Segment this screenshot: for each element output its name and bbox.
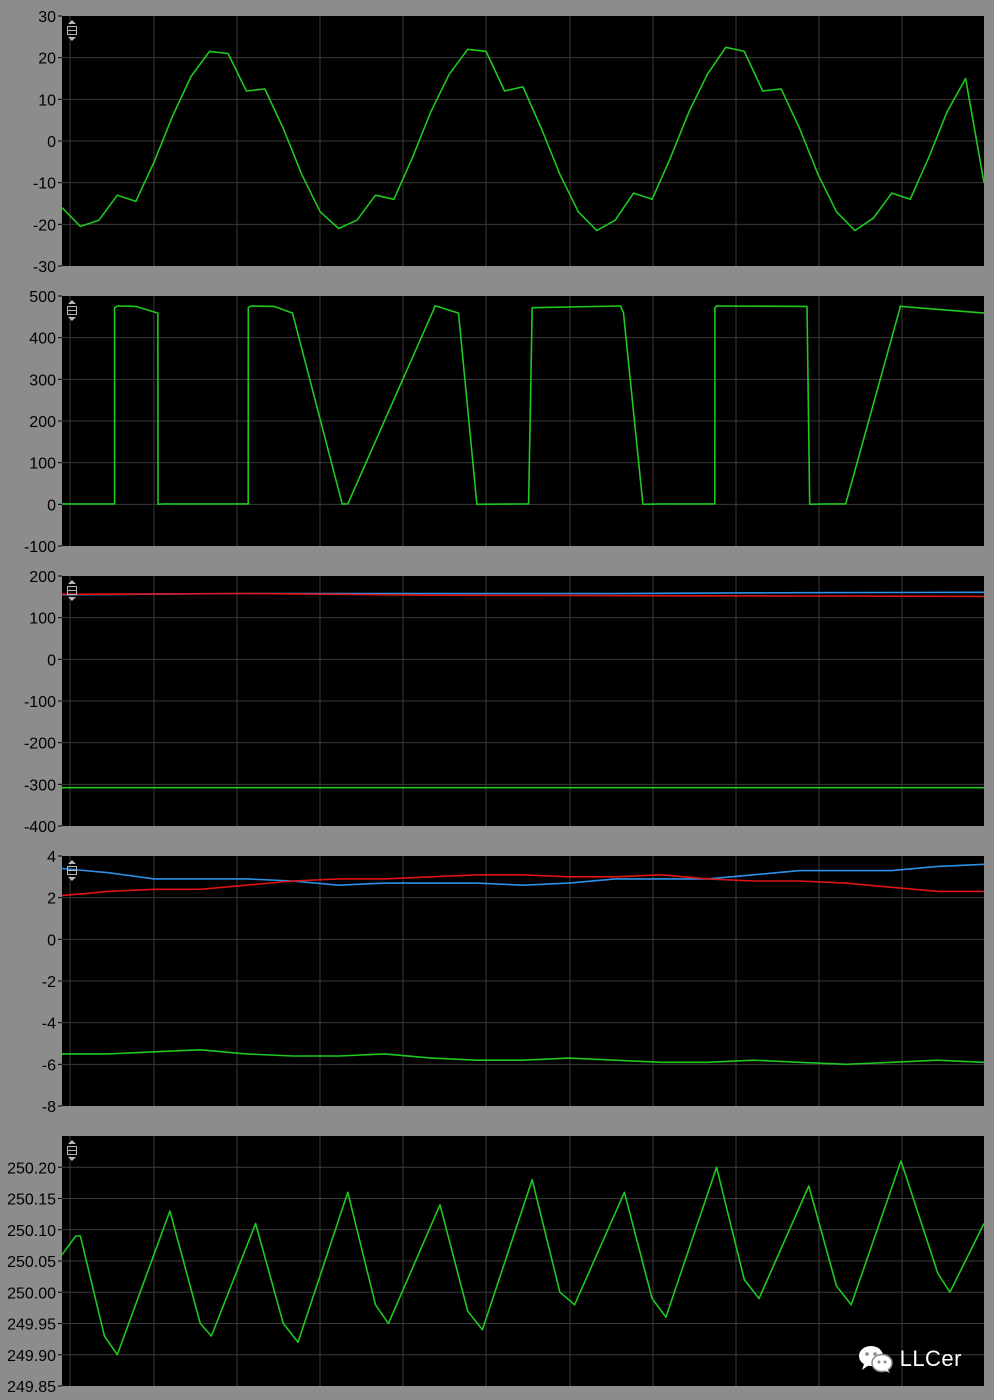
y-tick-label: -400: [24, 819, 56, 836]
y-tick-label: 100: [29, 456, 56, 473]
y-tick-label: 500: [29, 289, 56, 306]
y-tick-label: 10: [38, 92, 56, 109]
y-tick-label: 250.10: [7, 1223, 56, 1240]
y-tick-label: 0: [47, 497, 56, 514]
y-tick-label: -6: [42, 1057, 56, 1074]
y-tick-label: 100: [29, 611, 56, 628]
oscilloscope-panels: 3020100-10-20-305004003002001000-1002001…: [7, 9, 985, 1396]
y-tick-label: 249.85: [7, 1379, 56, 1396]
y-tick-label: -2: [42, 974, 56, 991]
y-tick-label: -4: [42, 1016, 56, 1033]
scope-panel-2: 500 400 300 200 100 0 -100: [24, 289, 985, 556]
panel-scale-icon[interactable]: [67, 860, 77, 881]
y-tick-label: -30: [33, 259, 56, 276]
y-tick-label: 250.20: [7, 1160, 56, 1177]
panel-scale-icon[interactable]: [67, 580, 77, 601]
watermark-text: LLCer: [899, 1346, 962, 1371]
y-tick-label: 20: [38, 51, 56, 68]
watermark: LLCer: [858, 1344, 962, 1374]
panel-scale-icon[interactable]: [67, 1140, 77, 1161]
scope-panel-1: 30 20 10 0 -10 -20 -30: [33, 9, 985, 276]
y-tick-label: -8: [42, 1099, 56, 1116]
y-tick-label: -100: [24, 694, 56, 711]
y-tick-label: 30: [38, 9, 56, 26]
scope-panel-3: 200 100 0 -100 -200 -300 -400: [24, 569, 985, 836]
wechat-icon: [858, 1346, 893, 1373]
y-tick-label: 2: [47, 891, 56, 908]
y-tick-label: -10: [33, 176, 56, 193]
y-tick-label: 0: [47, 134, 56, 151]
y-tick-label: 200: [29, 414, 56, 431]
y-tick-label: -200: [24, 736, 56, 753]
y-tick-label: 249.90: [7, 1348, 56, 1365]
y-tick-label: 250.05: [7, 1254, 56, 1271]
y-tick-label: 4: [47, 849, 56, 866]
y-tick-label: 250.00: [7, 1285, 56, 1302]
y-tick-label: -20: [33, 217, 56, 234]
y-tick-label: 249.95: [7, 1317, 56, 1334]
scope-panel-4: 4 2 0 -2 -4 -6 -8: [42, 849, 985, 1116]
y-tick-label: 200: [29, 569, 56, 586]
y-tick-label: -300: [24, 777, 56, 794]
y-tick-label: -100: [24, 539, 56, 556]
y-tick-label: 400: [29, 331, 56, 348]
scope-panel-5: 250.20 250.15 250.10 250.05 250.00 249.95 249.…: [7, 1136, 985, 1396]
y-tick-label: 300: [29, 372, 56, 389]
y-tick-label: 0: [47, 652, 56, 669]
y-tick-label: 0: [47, 932, 56, 949]
y-tick-label: 250.15: [7, 1192, 56, 1209]
